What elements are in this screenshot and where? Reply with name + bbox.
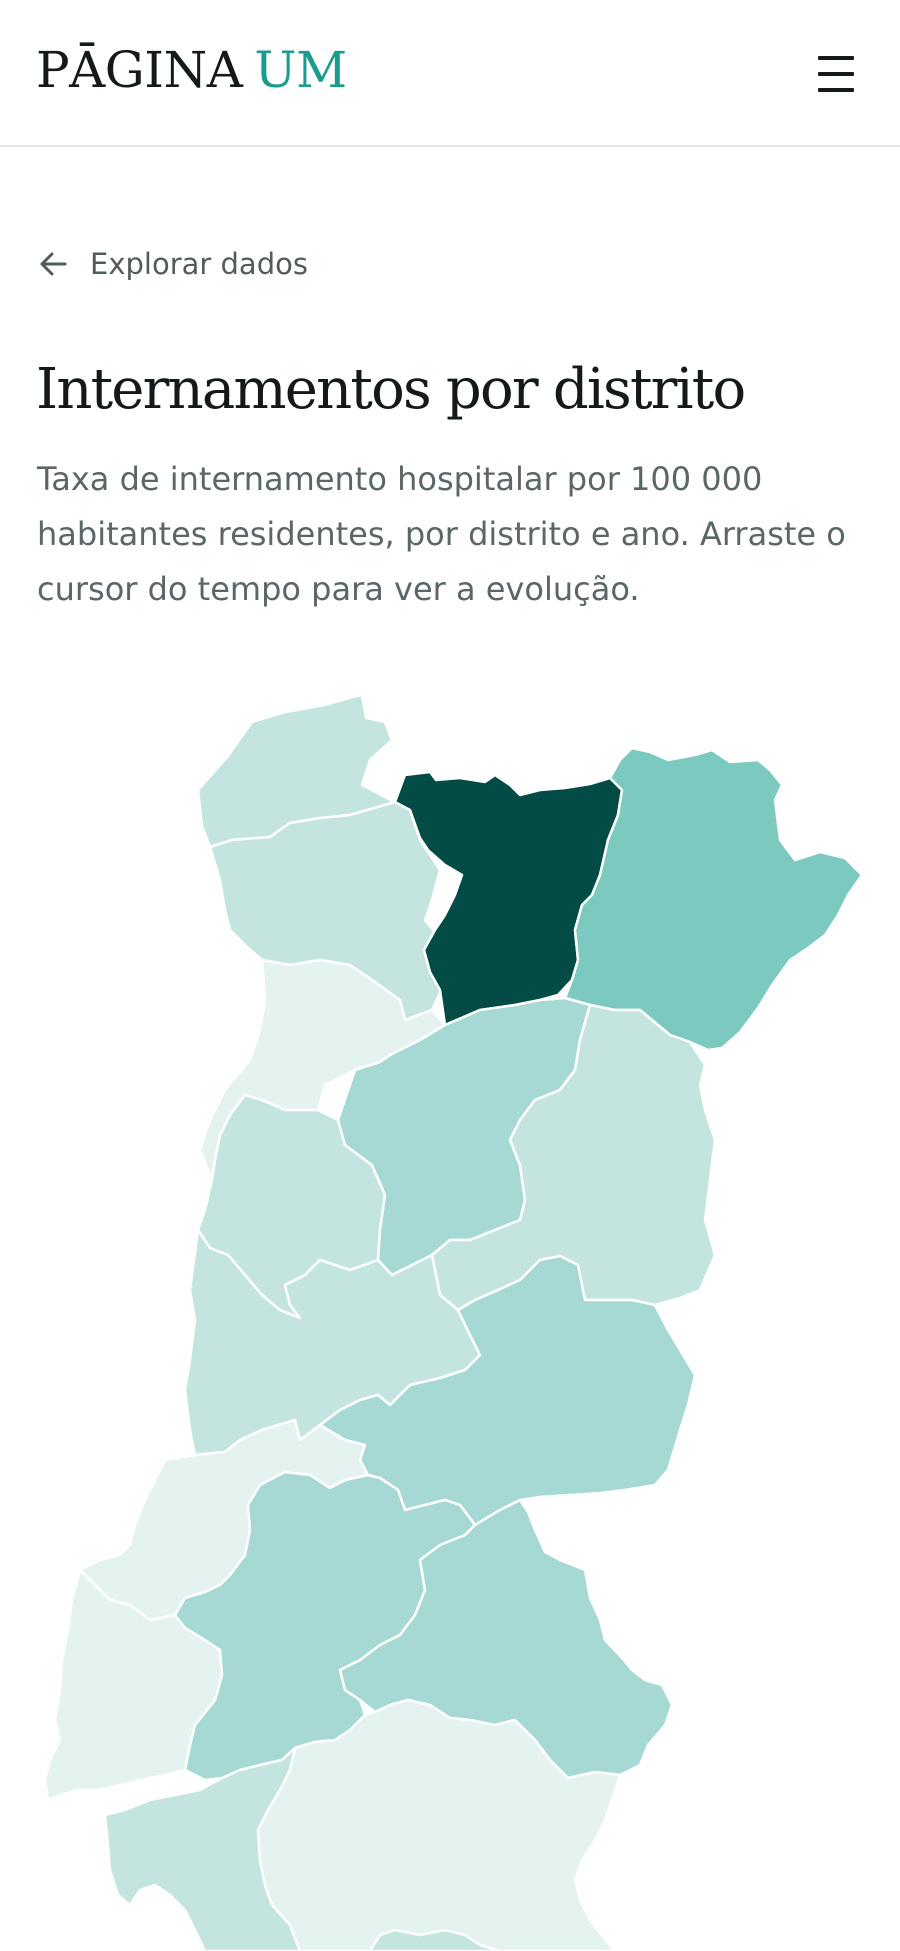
menu-line [818,88,854,92]
menu-line [818,56,854,60]
logo-word-um: UM [254,41,347,99]
page-subtitle: Taxa de internamento hospitalar por 100 … [37,460,846,608]
back-link-explorar-dados[interactable]: Explorar dados [38,244,308,284]
site-logo[interactable]: PĀGINA UM [36,40,347,100]
menu-line [818,72,854,76]
hamburger-menu-icon[interactable] [808,52,864,96]
logo-word-pagina: PĀGINA [36,41,243,99]
portugal-districts-map [43,693,864,1951]
site-header: PĀGINA UM [0,0,900,147]
back-link-label: Explorar dados [90,247,308,281]
page-title: Internamentos por distrito [36,357,746,422]
choropleth-map [0,680,900,1951]
arrow-left-icon [40,252,67,276]
